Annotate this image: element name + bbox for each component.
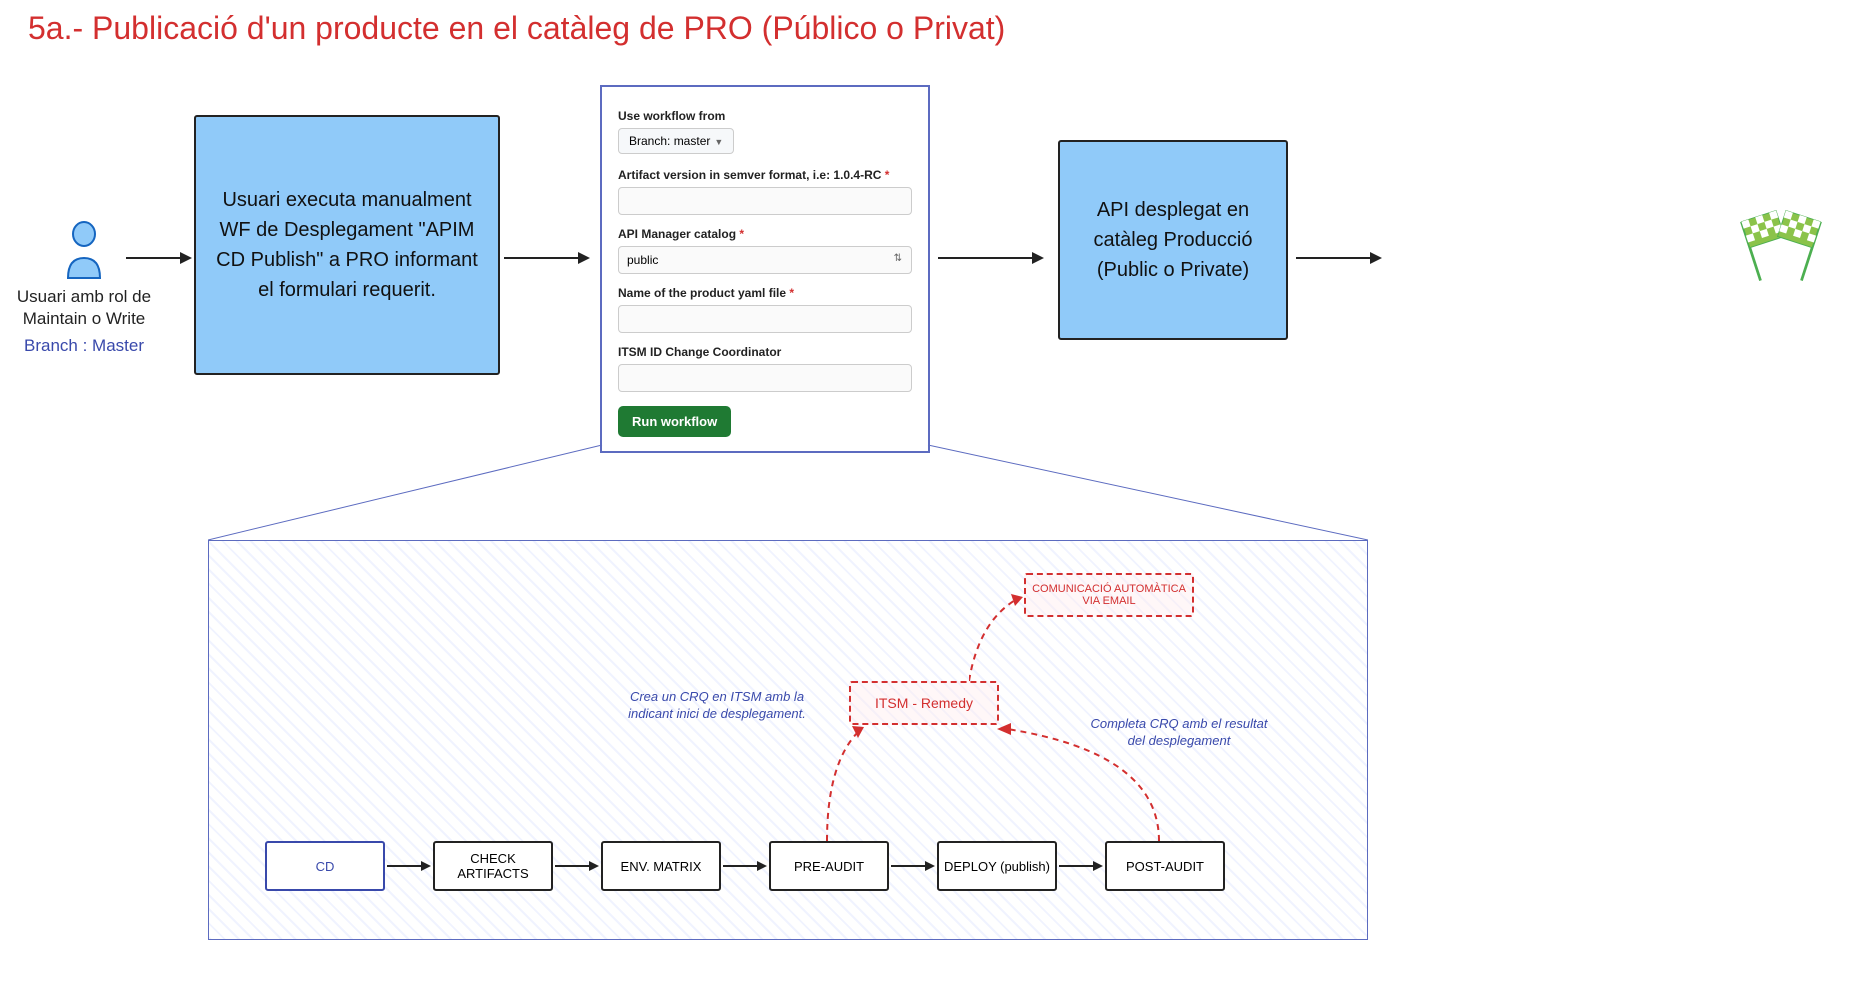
yaml-input[interactable] (618, 305, 912, 333)
step-env-matrix: ENV. MATRIX (601, 841, 721, 891)
step-box-1: Usuari executa manualment WF de Desplega… (194, 115, 500, 375)
detail-panel: ITSM - Remedy COMUNICACIÓ AUTOMÀTICA VIA… (208, 540, 1368, 940)
itsm-input[interactable] (618, 364, 912, 392)
user-icon (60, 220, 108, 280)
step-box-3: API desplegat en catàleg Producció (Publ… (1058, 140, 1288, 340)
yaml-label: Name of the product yaml file * (618, 286, 912, 300)
finish-flags-icon (1731, 210, 1831, 290)
actor-branch: Branch : Master (14, 336, 154, 356)
step-post-audit: POST-AUDIT (1105, 841, 1225, 891)
itsm-label: ITSM ID Change Coordinator (618, 345, 912, 359)
expand-connector (208, 445, 1368, 540)
catalog-label: API Manager catalog * (618, 227, 912, 241)
step-check-artifacts: CHECK ARTIFACTS (433, 841, 553, 891)
artifact-input[interactable] (618, 187, 912, 215)
workflow-form: Use workflow from Branch: master▼ Artifa… (600, 85, 930, 453)
use-workflow-label: Use workflow from (618, 109, 912, 123)
catalog-select[interactable] (618, 246, 912, 274)
diagram-title: 5a.- Publicació d'un producte en el catà… (28, 10, 1005, 47)
run-workflow-button[interactable]: Run workflow (618, 406, 731, 437)
actor-label: Usuari amb rol de Maintain o Write (14, 286, 154, 330)
step-deploy: DEPLOY (publish) (937, 841, 1057, 891)
note-crea: Crea un CRQ en ITSM amb la indicant inic… (617, 689, 817, 723)
email-box: COMUNICACIÓ AUTOMÀTICA VIA EMAIL (1024, 573, 1194, 617)
artifact-label: Artifact version in semver format, i.e: … (618, 168, 912, 182)
step-pre-audit: PRE-AUDIT (769, 841, 889, 891)
actor-user: Usuari amb rol de Maintain o Write Branc… (14, 220, 154, 356)
step-cd: CD (265, 841, 385, 891)
branch-dropdown[interactable]: Branch: master▼ (618, 128, 734, 154)
